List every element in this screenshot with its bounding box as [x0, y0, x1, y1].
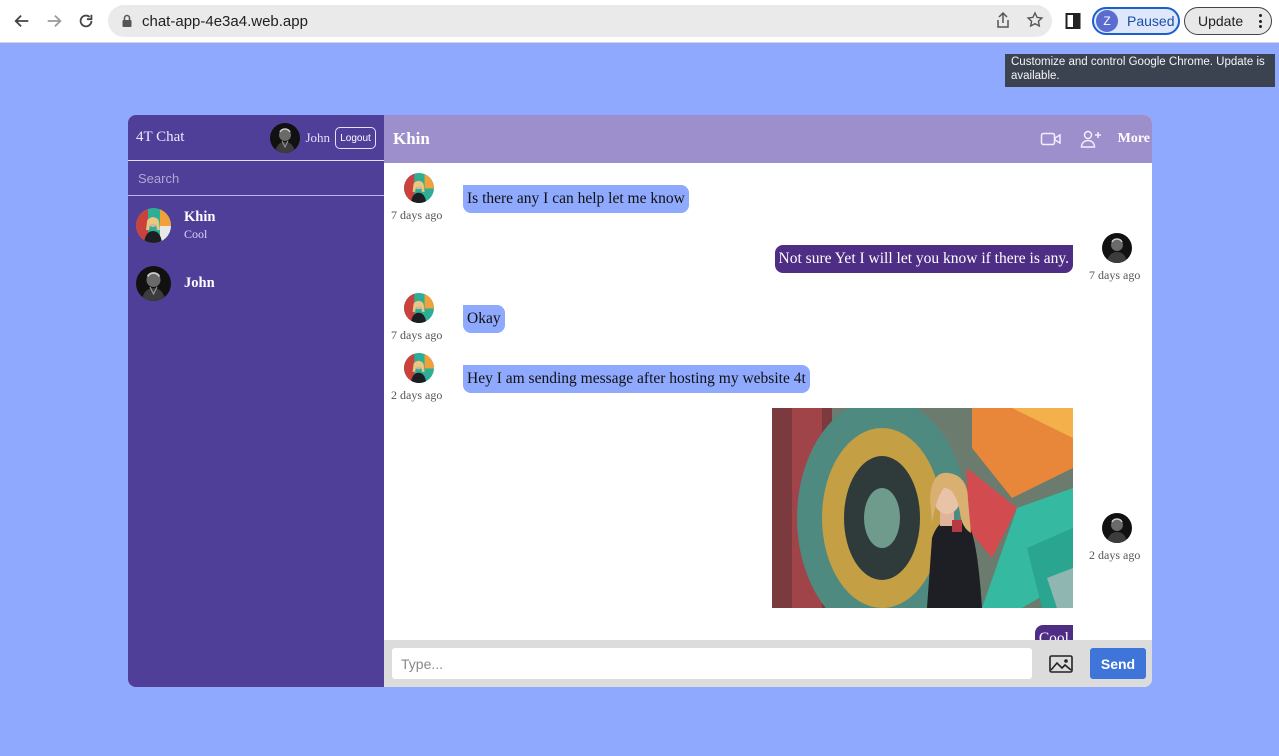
back-icon[interactable]: [6, 5, 38, 37]
avatar: [136, 207, 171, 243]
avatar: [404, 353, 434, 383]
search-box: [128, 161, 384, 196]
message-bubble-incoming: Is there any I can help let me know: [463, 185, 689, 213]
contact-item-khin[interactable]: Khin Cool: [128, 196, 384, 254]
update-button[interactable]: Update: [1184, 7, 1272, 35]
message-bubble-incoming: Hey I am sending message after hosting m…: [463, 365, 810, 393]
contact-name: John: [184, 274, 215, 291]
chrome-tooltip: Customize and control Google Chrome. Upd…: [1005, 54, 1275, 87]
profile-button[interactable]: Z Paused: [1092, 7, 1180, 35]
message-bubble-outgoing: Not sure Yet I will let you know if ther…: [774, 245, 1073, 273]
chat-panel: Khin More 7 days ago Is there any I can …: [384, 115, 1152, 687]
avatar: [1102, 233, 1132, 263]
message-bubble-outgoing: Cool: [1034, 625, 1073, 640]
bookmark-star-icon[interactable]: [1026, 11, 1044, 29]
contact-last-message: Cool: [184, 226, 208, 241]
message-image[interactable]: [772, 408, 1073, 608]
update-label: Update: [1198, 13, 1244, 29]
avatar: [1102, 513, 1132, 543]
kebab-menu-icon: [1259, 14, 1263, 28]
forward-icon[interactable]: [38, 5, 70, 37]
avatar: [404, 293, 434, 323]
app-logo-text: 4T Chat: [136, 129, 185, 145]
address-bar[interactable]: chat-app-4e3a4.web.app: [108, 5, 1052, 37]
message-time: 2 days ago: [1089, 548, 1141, 562]
message-composer: Send: [384, 640, 1152, 687]
message-time: 7 days ago: [391, 328, 443, 342]
message-bubble-incoming: Okay: [463, 305, 505, 333]
search-input[interactable]: [138, 170, 368, 186]
sidebar-header: 4T Chat John Logout: [128, 115, 384, 161]
add-user-icon[interactable]: [1080, 129, 1102, 149]
chat-app: 4T Chat John Logout Khin Cool: [128, 115, 1152, 687]
message-time: 7 days ago: [1089, 268, 1141, 282]
profile-avatar: Z: [1096, 10, 1118, 32]
contact-name: Khin: [184, 208, 216, 225]
avatar: [136, 265, 171, 301]
sidebar: 4T Chat John Logout Khin Cool: [128, 115, 384, 687]
contact-item-john[interactable]: John: [128, 254, 384, 312]
message-time: 2 days ago: [391, 388, 443, 402]
browser-toolbar: chat-app-4e3a4.web.app Z Paused Update: [0, 0, 1279, 43]
more-button[interactable]: More: [1118, 131, 1150, 147]
message-input[interactable]: [392, 648, 1032, 679]
image-upload-icon[interactable]: [1049, 654, 1073, 674]
chat-title: Khin: [393, 129, 430, 148]
current-user: John Logout: [270, 123, 376, 153]
lock-icon: [122, 14, 132, 27]
message-list: 7 days ago Is there any I can help let m…: [384, 163, 1152, 640]
video-call-icon[interactable]: [1040, 129, 1062, 149]
send-button[interactable]: Send: [1090, 648, 1146, 679]
current-user-name: John: [305, 130, 330, 145]
reload-icon[interactable]: [70, 5, 102, 37]
avatar: [270, 123, 301, 153]
url-text: chat-app-4e3a4.web.app: [142, 12, 308, 30]
share-icon[interactable]: [994, 11, 1012, 29]
message-time: 7 days ago: [391, 208, 443, 222]
avatar: [404, 173, 434, 203]
side-panel-icon[interactable]: [1065, 12, 1081, 30]
chat-header: Khin More: [384, 115, 1152, 163]
logout-button[interactable]: Logout: [335, 127, 376, 149]
profile-status: Paused: [1127, 13, 1175, 29]
